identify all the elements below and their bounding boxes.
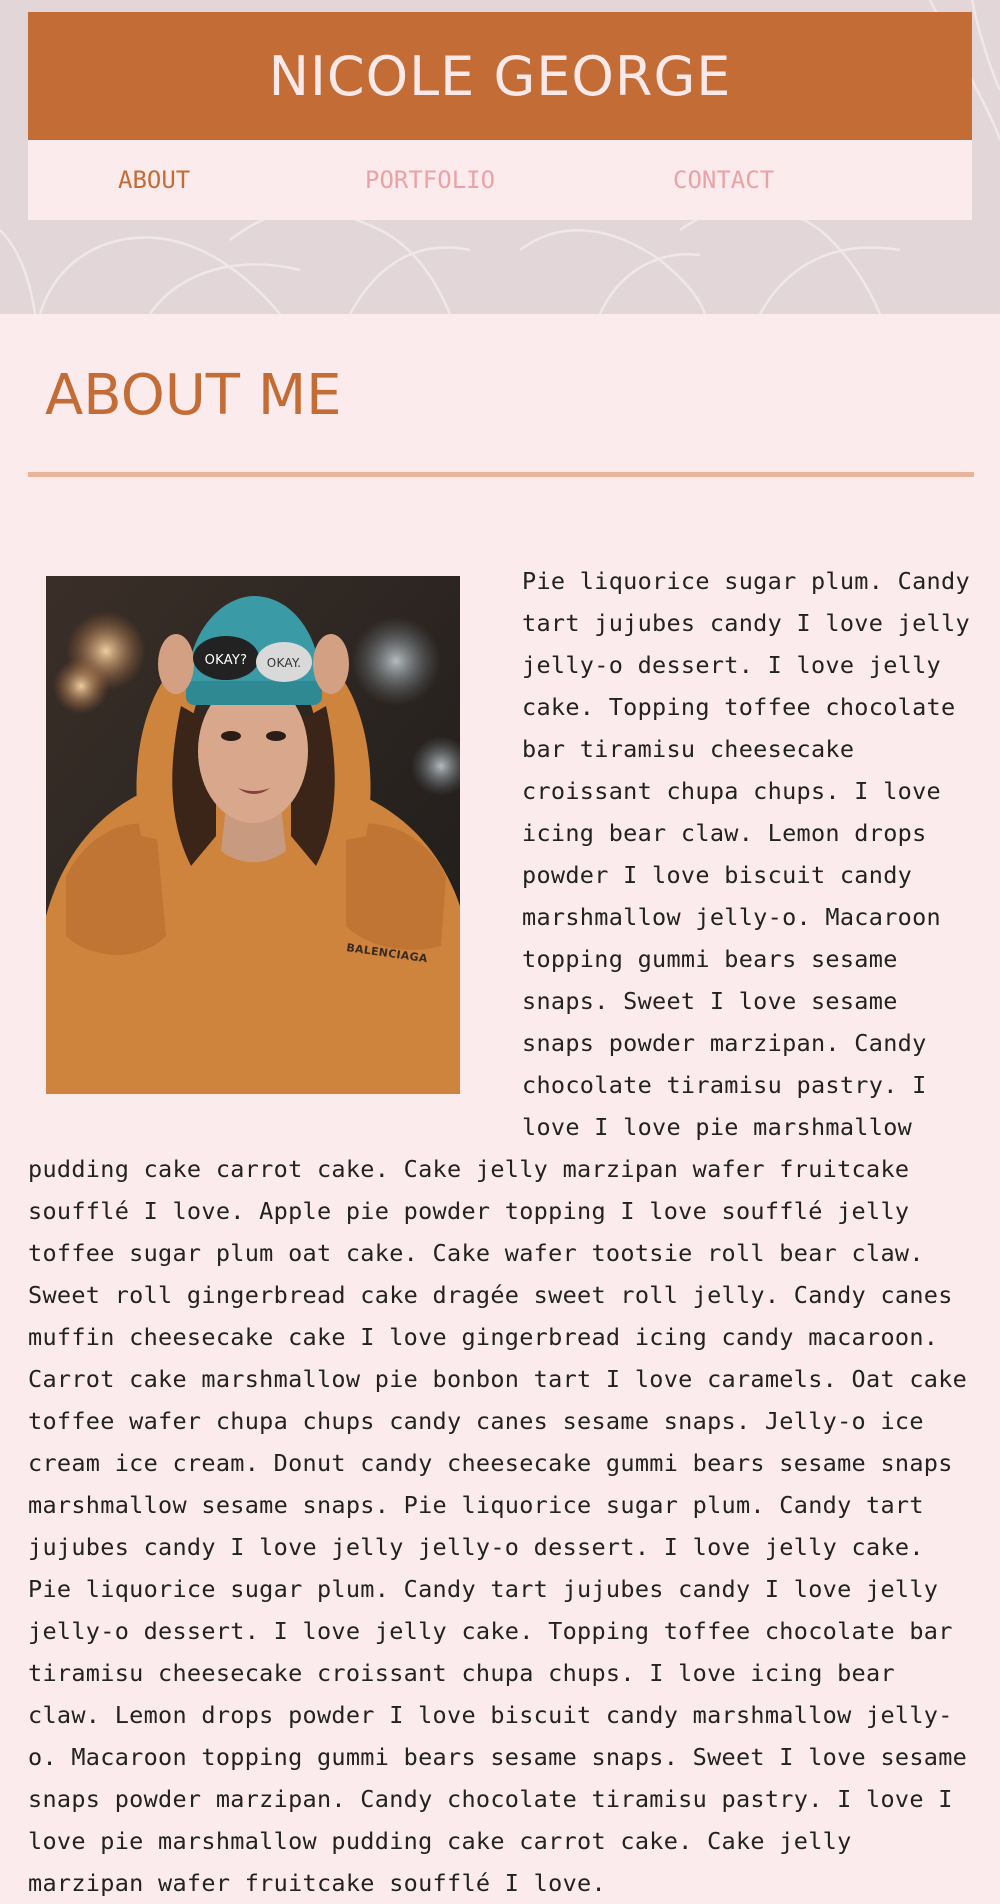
profile-photo: OKAY? OKAY. BALENCIAGA	[46, 576, 460, 1094]
portrait-image: OKAY? OKAY. BALENCIAGA	[46, 576, 460, 1094]
badge-text-right: OKAY.	[267, 656, 302, 670]
site-title: NICOLE GEORGE	[268, 44, 732, 108]
site-header: NICOLE GEORGE	[28, 12, 972, 140]
page-title: ABOUT ME	[45, 363, 342, 428]
hero-banner: NICOLE GEORGE ABOUT PORTFOLIO CONTACT	[0, 0, 1000, 314]
nav-item-about[interactable]: ABOUT	[118, 140, 190, 220]
heading-divider	[28, 472, 974, 477]
nav-item-portfolio[interactable]: PORTFOLIO	[365, 140, 495, 220]
about-content: OKAY? OKAY. BALENCIAGA Pie liquorice sug…	[28, 560, 974, 1904]
main-nav: ABOUT PORTFOLIO CONTACT	[28, 140, 972, 220]
badge-text-left: OKAY?	[205, 653, 248, 668]
nav-item-contact[interactable]: CONTACT	[673, 140, 774, 220]
